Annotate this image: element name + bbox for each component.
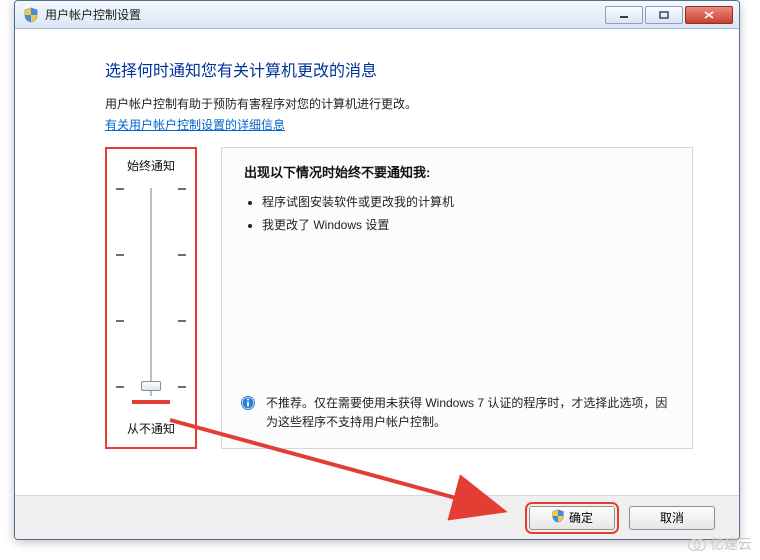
slider-panel: 始终通知 从不通知	[105, 147, 197, 449]
uac-window: 用户帐户控制设置 选择何时通知您有关计算机更改的消息 用户帐户控制有助于预防有害…	[14, 0, 740, 540]
cancel-button-label: 取消	[660, 509, 684, 526]
watermark-logo-icon	[688, 539, 706, 549]
slider-top-label: 始终通知	[111, 157, 191, 174]
info-title: 出现以下情况时始终不要通知我:	[244, 162, 674, 181]
annotation-underline	[132, 400, 170, 404]
more-info-link[interactable]: 有关用户帐户控制设置的详细信息	[105, 118, 285, 132]
content-area: 选择何时通知您有关计算机更改的消息 用户帐户控制有助于预防有害程序对您的计算机进…	[15, 29, 739, 539]
maximize-button[interactable]	[645, 6, 683, 24]
info-bullet: 程序试图安装软件或更改我的计算机	[262, 193, 674, 210]
minimize-button[interactable]	[605, 6, 643, 24]
info-icon	[240, 395, 256, 411]
explain-text: 用户帐户控制有助于预防有害程序对您的计算机进行更改。	[105, 95, 693, 112]
shield-icon	[23, 7, 39, 23]
cancel-button[interactable]: 取消	[629, 506, 715, 530]
shield-icon	[551, 509, 565, 526]
watermark-text: 亿速云	[710, 534, 752, 554]
info-bullet: 我更改了 Windows 设置	[262, 216, 674, 233]
page-heading: 选择何时通知您有关计算机更改的消息	[105, 57, 693, 81]
close-button[interactable]	[685, 6, 733, 24]
slider-bottom-label: 从不通知	[111, 420, 191, 437]
slider-thumb[interactable]	[141, 381, 161, 391]
button-bar: 确定 取消	[15, 495, 739, 539]
ok-button[interactable]: 确定	[529, 506, 615, 530]
uac-slider[interactable]	[116, 182, 186, 402]
watermark: 亿速云	[688, 534, 752, 554]
recommend-text: 不推荐。仅在需要使用未获得 Windows 7 认证的程序时，才选择此选项，因为…	[266, 394, 674, 432]
window-title: 用户帐户控制设置	[45, 6, 603, 23]
ok-button-label: 确定	[569, 509, 593, 526]
titlebar: 用户帐户控制设置	[15, 1, 739, 29]
info-panel: 出现以下情况时始终不要通知我: 程序试图安装软件或更改我的计算机 我更改了 Wi…	[221, 147, 693, 449]
